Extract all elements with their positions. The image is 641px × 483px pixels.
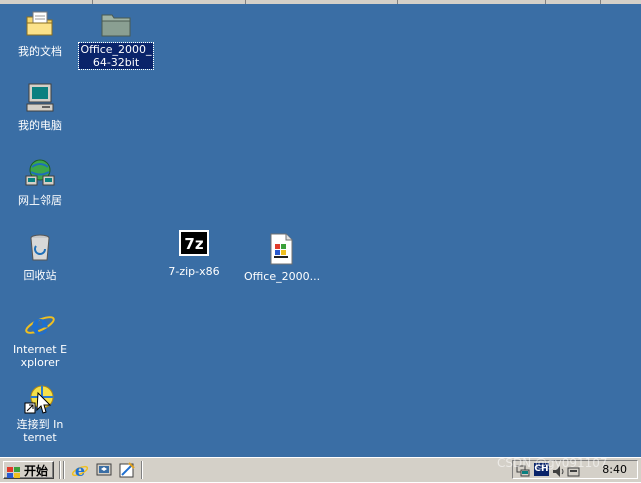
taskbar-separator	[63, 461, 65, 479]
desktop[interactable]: 我的文档 Office_2000_64-32bit 我的电脑 网上邻居 回收站 …	[0, 0, 641, 457]
outlook-express-icon[interactable]	[118, 461, 136, 479]
ie-icon[interactable]: e	[71, 461, 89, 480]
office-folder-icon[interactable]: Office_2000_64-32bit	[78, 8, 154, 70]
icon-label: Office_2000...	[244, 270, 321, 283]
connection-wizard-icon	[24, 383, 56, 415]
7zip-icon: 7z	[178, 228, 210, 260]
globe-network-icon	[24, 157, 56, 189]
window-edge-strip	[0, 0, 641, 4]
watermark: CSDN @gy091107	[497, 456, 608, 470]
icon-label: 回收站	[23, 269, 57, 282]
trash-icon	[24, 232, 56, 264]
computer-icon	[24, 82, 56, 114]
folder-icon	[100, 8, 132, 40]
connect-internet-icon[interactable]: 连接到 Internet	[2, 383, 78, 445]
icon-label: 我的文档	[18, 45, 62, 58]
ie-icon: e	[24, 308, 56, 341]
icon-label: Internet Explorer	[12, 343, 68, 369]
my-documents-icon[interactable]: 我的文档	[2, 8, 78, 59]
svg-text:7z: 7z	[184, 235, 203, 253]
7zip-installer-icon[interactable]: 7z 7-zip-x86	[156, 228, 232, 279]
network-places-icon[interactable]: 网上邻居	[2, 157, 78, 208]
icon-label: 我的电脑	[18, 119, 62, 132]
my-computer-icon[interactable]: 我的电脑	[2, 82, 78, 133]
svg-text:e: e	[75, 461, 85, 479]
icon-label: 网上邻居	[18, 194, 62, 207]
folder-documents-icon	[24, 8, 56, 40]
windows-logo-icon	[7, 465, 21, 478]
show-desktop-icon[interactable]	[95, 461, 113, 479]
icon-label: 连接到 Internet	[16, 418, 64, 444]
internet-explorer-icon[interactable]: e Internet Explorer	[2, 308, 78, 370]
start-button[interactable]: 开始	[3, 461, 54, 479]
icon-label: 7-zip-x86	[168, 265, 220, 278]
recycle-bin-icon[interactable]: 回收站	[2, 232, 78, 283]
taskbar-separator	[59, 461, 61, 479]
office-installer-icon[interactable]: Office_2000...	[243, 233, 321, 284]
svg-text:e: e	[31, 308, 49, 340]
installer-file-icon	[265, 233, 297, 265]
taskbar-separator	[141, 461, 143, 479]
icon-label: Office_2000_64-32bit	[78, 42, 154, 70]
start-label: 开始	[24, 464, 49, 478]
